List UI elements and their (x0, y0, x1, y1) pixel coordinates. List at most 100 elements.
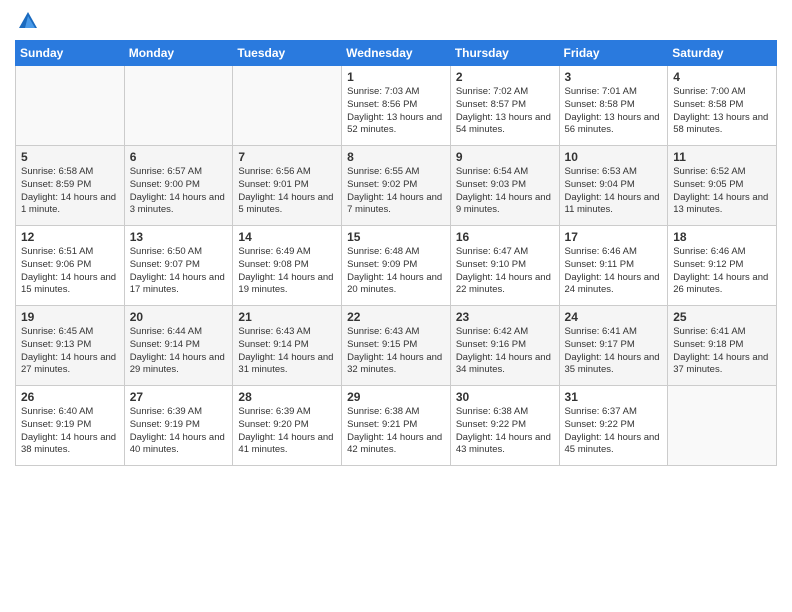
day-number: 26 (21, 390, 119, 404)
day-info: Sunrise: 7:03 AM Sunset: 8:56 PM Dayligh… (347, 86, 445, 137)
day-number: 6 (130, 150, 228, 164)
day-info: Sunrise: 6:56 AM Sunset: 9:01 PM Dayligh… (238, 166, 336, 217)
day-number: 11 (673, 150, 771, 164)
calendar-cell: 5 Sunrise: 6:58 AM Sunset: 8:59 PM Daylig… (16, 146, 125, 226)
calendar-cell: 15 Sunrise: 6:48 AM Sunset: 9:09 PM Dayli… (342, 226, 451, 306)
day-info: Sunrise: 6:43 AM Sunset: 9:15 PM Dayligh… (347, 326, 445, 377)
calendar-cell: 30 Sunrise: 6:38 AM Sunset: 9:22 PM Dayli… (450, 386, 559, 466)
calendar-cell: 26 Sunrise: 6:40 AM Sunset: 9:19 PM Dayli… (16, 386, 125, 466)
calendar-cell: 22Sunrise: 6:43 AM Sunset: 9:15 PM Dayli… (342, 306, 451, 386)
day-of-week-header: Sunday (16, 41, 125, 66)
day-number: 18 (673, 230, 771, 244)
calendar-week-row: 12 Sunrise: 6:51 AM Sunset: 9:06 PM Dayli… (16, 226, 777, 306)
day-of-week-header: Friday (559, 41, 668, 66)
day-info: Sunrise: 6:51 AM Sunset: 9:06 PM Dayligh… (21, 246, 119, 297)
day-header-row: SundayMondayTuesdayWednesdayThursdayFrid… (16, 41, 777, 66)
day-number: 30 (456, 390, 554, 404)
calendar-cell (16, 66, 125, 146)
calendar-cell: 13 Sunrise: 6:50 AM Sunset: 9:07 PM Dayli… (124, 226, 233, 306)
day-info: Sunrise: 6:58 AM Sunset: 8:59 PM Dayligh… (21, 166, 119, 217)
day-info: Sunrise: 6:53 AM Sunset: 9:04 PM Dayligh… (565, 166, 663, 217)
day-info: Sunrise: 6:55 AM Sunset: 9:02 PM Dayligh… (347, 166, 445, 217)
day-number: 29 (347, 390, 445, 404)
calendar-cell: 14Sunrise: 6:49 AM Sunset: 9:08 PM Dayli… (233, 226, 342, 306)
day-info: Sunrise: 7:00 AM Sunset: 8:58 PM Dayligh… (673, 86, 771, 137)
day-number: 1 (347, 70, 445, 84)
day-number: 15 (347, 230, 445, 244)
day-of-week-header: Tuesday (233, 41, 342, 66)
calendar-cell: 6 Sunrise: 6:57 AM Sunset: 9:00 PM Daylig… (124, 146, 233, 226)
day-info: Sunrise: 6:40 AM Sunset: 9:19 PM Dayligh… (21, 406, 119, 457)
day-info: Sunrise: 6:57 AM Sunset: 9:00 PM Dayligh… (130, 166, 228, 217)
day-number: 5 (21, 150, 119, 164)
day-number: 9 (456, 150, 554, 164)
day-number: 31 (565, 390, 663, 404)
day-info: Sunrise: 6:38 AM Sunset: 9:22 PM Dayligh… (456, 406, 554, 457)
calendar-cell: 8 Sunrise: 6:55 AM Sunset: 9:02 PM Daylig… (342, 146, 451, 226)
calendar-cell: 31 Sunrise: 6:37 AM Sunset: 9:22 PM Dayli… (559, 386, 668, 466)
day-number: 14 (238, 230, 336, 244)
day-info: Sunrise: 6:47 AM Sunset: 9:10 PM Dayligh… (456, 246, 554, 297)
day-info: Sunrise: 6:46 AM Sunset: 9:12 PM Dayligh… (673, 246, 771, 297)
day-number: 12 (21, 230, 119, 244)
calendar-cell: 27Sunrise: 6:39 AM Sunset: 9:19 PM Dayli… (124, 386, 233, 466)
day-number: 16 (456, 230, 554, 244)
day-number: 7 (238, 150, 336, 164)
calendar-cell: 7 Sunrise: 6:56 AM Sunset: 9:01 PM Daylig… (233, 146, 342, 226)
calendar-week-row: 26 Sunrise: 6:40 AM Sunset: 9:19 PM Dayli… (16, 386, 777, 466)
day-number: 25 (673, 310, 771, 324)
calendar-cell: 16 Sunrise: 6:47 AM Sunset: 9:10 PM Dayli… (450, 226, 559, 306)
calendar-cell: 3Sunrise: 7:01 AM Sunset: 8:58 PM Daylig… (559, 66, 668, 146)
calendar-week-row: 5 Sunrise: 6:58 AM Sunset: 8:59 PM Daylig… (16, 146, 777, 226)
day-info: Sunrise: 6:39 AM Sunset: 9:19 PM Dayligh… (130, 406, 228, 457)
day-info: Sunrise: 6:48 AM Sunset: 9:09 PM Dayligh… (347, 246, 445, 297)
calendar-cell: 28Sunrise: 6:39 AM Sunset: 9:20 PM Dayli… (233, 386, 342, 466)
day-of-week-header: Wednesday (342, 41, 451, 66)
day-number: 24 (565, 310, 663, 324)
calendar-cell: 18 Sunrise: 6:46 AM Sunset: 9:12 PM Dayli… (668, 226, 777, 306)
day-info: Sunrise: 6:41 AM Sunset: 9:18 PM Dayligh… (673, 326, 771, 377)
day-info: Sunrise: 6:54 AM Sunset: 9:03 PM Dayligh… (456, 166, 554, 217)
logo (15, 10, 39, 32)
calendar-cell: 9 Sunrise: 6:54 AM Sunset: 9:03 PM Daylig… (450, 146, 559, 226)
page: SundayMondayTuesdayWednesdayThursdayFrid… (0, 0, 792, 612)
day-info: Sunrise: 6:46 AM Sunset: 9:11 PM Dayligh… (565, 246, 663, 297)
calendar-table: SundayMondayTuesdayWednesdayThursdayFrid… (15, 40, 777, 466)
day-info: Sunrise: 6:50 AM Sunset: 9:07 PM Dayligh… (130, 246, 228, 297)
day-info: Sunrise: 6:52 AM Sunset: 9:05 PM Dayligh… (673, 166, 771, 217)
calendar-cell: 4 Sunrise: 7:00 AM Sunset: 8:58 PM Daylig… (668, 66, 777, 146)
day-number: 28 (238, 390, 336, 404)
calendar-cell: 19Sunrise: 6:45 AM Sunset: 9:13 PM Dayli… (16, 306, 125, 386)
day-info: Sunrise: 6:42 AM Sunset: 9:16 PM Dayligh… (456, 326, 554, 377)
day-info: Sunrise: 6:37 AM Sunset: 9:22 PM Dayligh… (565, 406, 663, 457)
day-info: Sunrise: 6:43 AM Sunset: 9:14 PM Dayligh… (238, 326, 336, 377)
day-of-week-header: Saturday (668, 41, 777, 66)
calendar-cell: 12 Sunrise: 6:51 AM Sunset: 9:06 PM Dayli… (16, 226, 125, 306)
calendar-cell: 17Sunrise: 6:46 AM Sunset: 9:11 PM Dayli… (559, 226, 668, 306)
header (15, 10, 777, 32)
day-info: Sunrise: 6:45 AM Sunset: 9:13 PM Dayligh… (21, 326, 119, 377)
calendar-cell: 2 Sunrise: 7:02 AM Sunset: 8:57 PM Daylig… (450, 66, 559, 146)
day-number: 10 (565, 150, 663, 164)
day-info: Sunrise: 6:44 AM Sunset: 9:14 PM Dayligh… (130, 326, 228, 377)
day-number: 8 (347, 150, 445, 164)
day-number: 21 (238, 310, 336, 324)
day-of-week-header: Thursday (450, 41, 559, 66)
day-number: 20 (130, 310, 228, 324)
calendar-cell: 11 Sunrise: 6:52 AM Sunset: 9:05 PM Dayli… (668, 146, 777, 226)
calendar-week-row: 1 Sunrise: 7:03 AM Sunset: 8:56 PM Daylig… (16, 66, 777, 146)
day-number: 13 (130, 230, 228, 244)
calendar-cell: 1 Sunrise: 7:03 AM Sunset: 8:56 PM Daylig… (342, 66, 451, 146)
day-info: Sunrise: 7:02 AM Sunset: 8:57 PM Dayligh… (456, 86, 554, 137)
day-info: Sunrise: 6:41 AM Sunset: 9:17 PM Dayligh… (565, 326, 663, 377)
calendar-week-row: 19Sunrise: 6:45 AM Sunset: 9:13 PM Dayli… (16, 306, 777, 386)
day-number: 23 (456, 310, 554, 324)
day-number: 2 (456, 70, 554, 84)
calendar-cell: 24 Sunrise: 6:41 AM Sunset: 9:17 PM Dayli… (559, 306, 668, 386)
day-of-week-header: Monday (124, 41, 233, 66)
day-number: 4 (673, 70, 771, 84)
calendar-cell (124, 66, 233, 146)
calendar-cell: 21 Sunrise: 6:43 AM Sunset: 9:14 PM Dayli… (233, 306, 342, 386)
day-info: Sunrise: 6:38 AM Sunset: 9:21 PM Dayligh… (347, 406, 445, 457)
calendar-cell (668, 386, 777, 466)
